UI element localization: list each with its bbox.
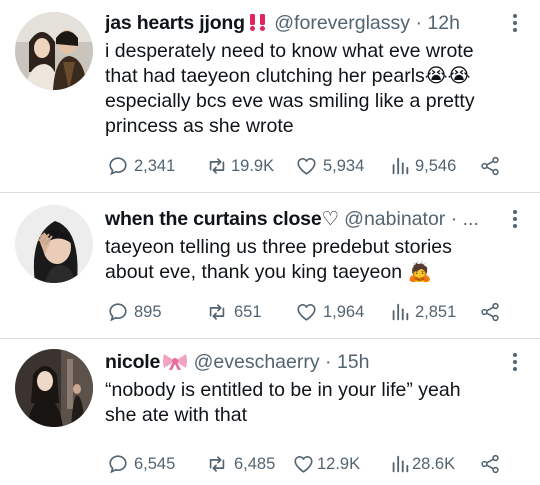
avatar-photo — [15, 205, 93, 283]
like-icon — [297, 158, 316, 175]
tweet-text: i desperately need to know what eve wrot… — [105, 39, 515, 139]
reply-count: 2,341 — [134, 156, 176, 175]
views-count: 2,851 — [415, 302, 457, 321]
display-name[interactable]: jas hearts jjong — [105, 12, 245, 34]
reply-icon — [109, 157, 127, 176]
retweet-count: 651 — [234, 302, 262, 321]
reply-icon — [109, 455, 127, 474]
tweet-text: taeyeon telling us three predebut storie… — [105, 235, 515, 285]
tweet-text-line: princess as she wrote — [105, 115, 294, 137]
like-button[interactable]: 1,964 — [295, 300, 364, 324]
reply-button[interactable]: 2,341 — [107, 154, 175, 178]
reply-button[interactable]: 6,545 — [107, 452, 175, 476]
views-icon — [392, 455, 409, 473]
user-handle[interactable]: @nabinator — [344, 208, 445, 230]
ribbon-icon — [162, 351, 188, 378]
tweet-header: nicole @eveschaerry · 15h — [105, 349, 500, 378]
retweet-icon — [209, 304, 225, 320]
share-button[interactable] — [479, 452, 501, 476]
reply-button[interactable]: 895 — [107, 300, 162, 324]
share-icon — [481, 156, 499, 176]
tweet-text-line: i desperately need to know what eve wrot… — [105, 40, 474, 62]
user-handle[interactable]: @eveschaerry — [194, 351, 320, 373]
views-icon — [392, 157, 409, 175]
like-button[interactable]: 12.9K — [292, 452, 360, 476]
tweet-text-line: “nobody is entitled to be in your life” … — [105, 379, 461, 401]
double-exclamation-icon — [247, 12, 269, 39]
tweet-actions: 6,545 6,485 12.9K 28.6K — [107, 452, 507, 476]
avatar[interactable] — [15, 205, 93, 283]
views-button[interactable]: 28.6K — [390, 452, 455, 476]
reply-icon — [109, 303, 127, 322]
tweet[interactable]: nicole @eveschaerry · 15h “nobody is ent… — [0, 339, 540, 485]
tweet-actions: 895 651 1,964 2,851 — [107, 300, 507, 324]
retweet-button[interactable]: 19.9K — [205, 154, 274, 178]
like-count: 5,934 — [323, 156, 365, 175]
tweet-header: when the curtains close♡ @nabinator · ..… — [105, 206, 500, 232]
tweet-text-line: especially bcs eve was smiling like a pr… — [105, 90, 475, 112]
display-name[interactable]: nicole — [105, 351, 160, 373]
views-count: 28.6K — [412, 454, 456, 473]
retweet-icon — [209, 158, 225, 174]
avatar[interactable] — [15, 12, 93, 90]
like-count: 12.9K — [317, 454, 361, 473]
retweet-icon — [209, 456, 225, 472]
display-name[interactable]: when the curtains close♡ — [105, 208, 339, 230]
like-icon — [297, 304, 316, 321]
reply-count: 895 — [134, 302, 162, 321]
retweet-button[interactable]: 6,485 — [205, 452, 275, 476]
avatar-photo — [15, 12, 93, 90]
retweet-count: 6,485 — [234, 454, 276, 473]
tweet-text-line: that had taeyeon clutching her pearls😭😭 — [105, 65, 471, 87]
views-button[interactable]: 2,851 — [390, 300, 456, 324]
share-icon — [481, 302, 499, 322]
views-icon — [392, 303, 409, 321]
retweet-count: 19.9K — [231, 156, 275, 175]
tweet-header: jas hearts jjong @foreverglassy · 12h — [105, 10, 500, 39]
like-count: 1,964 — [323, 302, 365, 321]
views-button[interactable]: 9,546 — [390, 154, 456, 178]
user-handle[interactable]: @foreverglassy — [274, 12, 410, 34]
timestamp[interactable]: 12h — [427, 12, 460, 34]
like-icon — [294, 456, 313, 473]
tweet-actions: 2,341 19.9K 5,934 9,546 — [107, 154, 507, 178]
separator-dot: · — [415, 12, 422, 34]
separator-dot: · — [450, 208, 458, 230]
like-button[interactable]: 5,934 — [295, 154, 364, 178]
avatar[interactable] — [15, 349, 93, 427]
share-button[interactable] — [479, 154, 501, 178]
views-count: 9,546 — [415, 156, 457, 175]
more-icon[interactable] — [512, 210, 518, 230]
share-icon — [481, 454, 499, 474]
retweet-button[interactable]: 651 — [205, 300, 262, 324]
more-icon[interactable] — [512, 14, 518, 34]
avatar-photo — [15, 349, 93, 427]
share-button[interactable] — [479, 300, 501, 324]
timeline-feed: jas hearts jjong @foreverglassy · 12h i … — [0, 0, 540, 485]
separator-dot: · — [325, 351, 332, 373]
tweet[interactable]: when the curtains close♡ @nabinator · ..… — [0, 193, 540, 338]
tweet-text-line: she ate with that — [105, 404, 248, 426]
tweet-text-line: taeyeon telling us three predebut storie… — [105, 236, 452, 258]
tweet[interactable]: jas hearts jjong @foreverglassy · 12h i … — [0, 0, 540, 192]
timestamp[interactable]: ... — [463, 208, 479, 230]
tweet-text-line: about eve, thank you king taeyeon 🙇 — [105, 261, 432, 283]
timestamp[interactable]: 15h — [337, 351, 370, 373]
more-icon[interactable] — [512, 353, 518, 373]
reply-count: 6,545 — [134, 454, 176, 473]
tweet-text: “nobody is entitled to be in your life” … — [105, 378, 515, 428]
